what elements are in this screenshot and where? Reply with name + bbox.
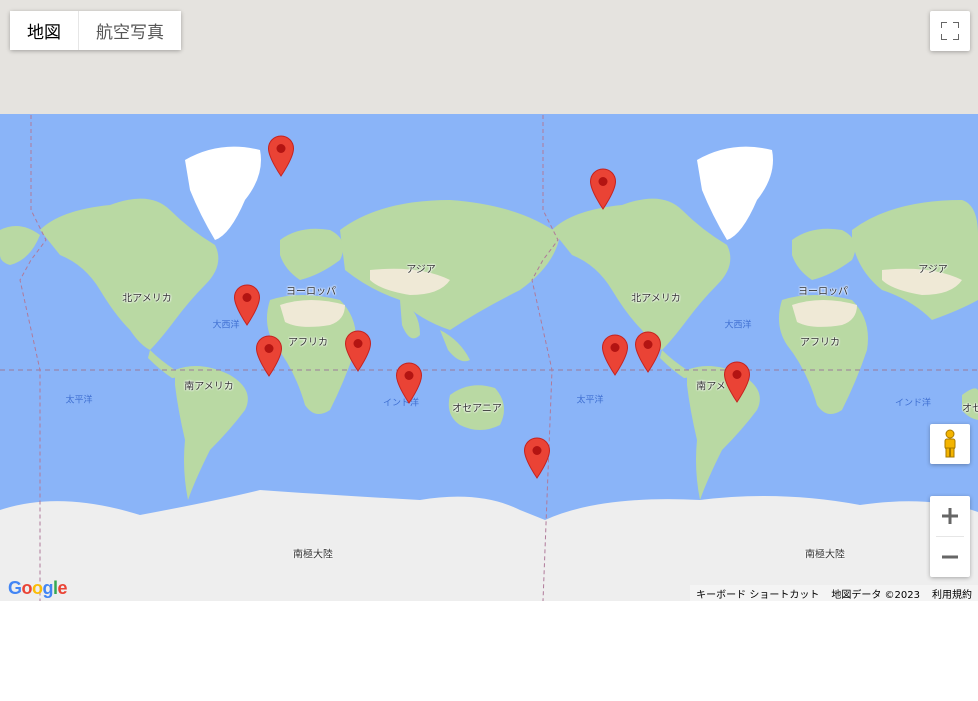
map-pin-icon[interactable] — [523, 437, 551, 480]
map-data-attribution: 地図データ ©2023 — [831, 589, 920, 601]
keyboard-shortcuts-link[interactable]: キーボード ショートカット — [690, 586, 825, 601]
minus-icon — [942, 555, 958, 559]
label-north-america: 北アメリカ — [122, 293, 172, 305]
label-pacific-ocean: 太平洋 — [576, 395, 604, 406]
label-africa: アフリカ — [288, 337, 328, 349]
plus-icon — [942, 508, 958, 524]
zoom-in-button[interactable] — [930, 496, 970, 536]
map-type-control: 地図 航空写真 — [10, 11, 181, 50]
pegman-icon — [944, 429, 956, 458]
map-pin-icon[interactable] — [634, 331, 662, 374]
terms-link[interactable]: 利用規約 — [926, 586, 978, 601]
map-pin-icon[interactable] — [589, 168, 617, 211]
label-oceania: オセアニア — [452, 403, 502, 415]
label-asia: アジア — [918, 264, 948, 276]
map-pin-icon[interactable] — [255, 335, 283, 378]
label-antarctica: 南極大陸 — [293, 549, 333, 561]
label-south-america: 南アメリカ — [184, 381, 234, 393]
map-pin-icon[interactable] — [233, 284, 261, 327]
map-pin-icon[interactable] — [723, 361, 751, 404]
map-pin-icon[interactable] — [344, 330, 372, 373]
label-indian-ocean: インド洋 — [894, 398, 932, 409]
label-north-america: 北アメリカ — [631, 293, 681, 305]
fullscreen-icon — [941, 22, 959, 40]
label-atlantic-ocean: 大西洋 — [724, 320, 752, 331]
label-antarctica: 南極大陸 — [805, 549, 845, 561]
map-pin-icon[interactable] — [395, 362, 423, 405]
map-type-satellite-button[interactable]: 航空写真 — [78, 11, 181, 50]
label-asia: アジア — [406, 264, 436, 276]
map-canvas[interactable]: 北アメリカ ヨーロッパ アジア アフリカ 南アメリカ オセアニア 南極大陸 大西… — [0, 0, 978, 601]
fullscreen-button[interactable] — [930, 11, 970, 51]
map-pin-icon[interactable] — [601, 334, 629, 377]
label-pacific-ocean: 太平洋 — [65, 395, 93, 406]
zoom-control — [930, 496, 970, 577]
street-view-button[interactable] — [930, 424, 970, 464]
label-south-america: 南アメ — [696, 381, 726, 393]
label-oceania: オセ — [962, 403, 978, 415]
label-europe: ヨーロッパ — [286, 286, 336, 298]
label-africa: アフリカ — [800, 337, 840, 349]
map-footer: キーボード ショートカット 地図データ ©2023 利用規約 — [690, 585, 978, 601]
map-type-map-button[interactable]: 地図 — [10, 11, 78, 50]
label-europe: ヨーロッパ — [798, 286, 848, 298]
zoom-out-button[interactable] — [930, 537, 970, 577]
map-pin-icon[interactable] — [267, 135, 295, 178]
google-logo: Google — [8, 578, 68, 598]
